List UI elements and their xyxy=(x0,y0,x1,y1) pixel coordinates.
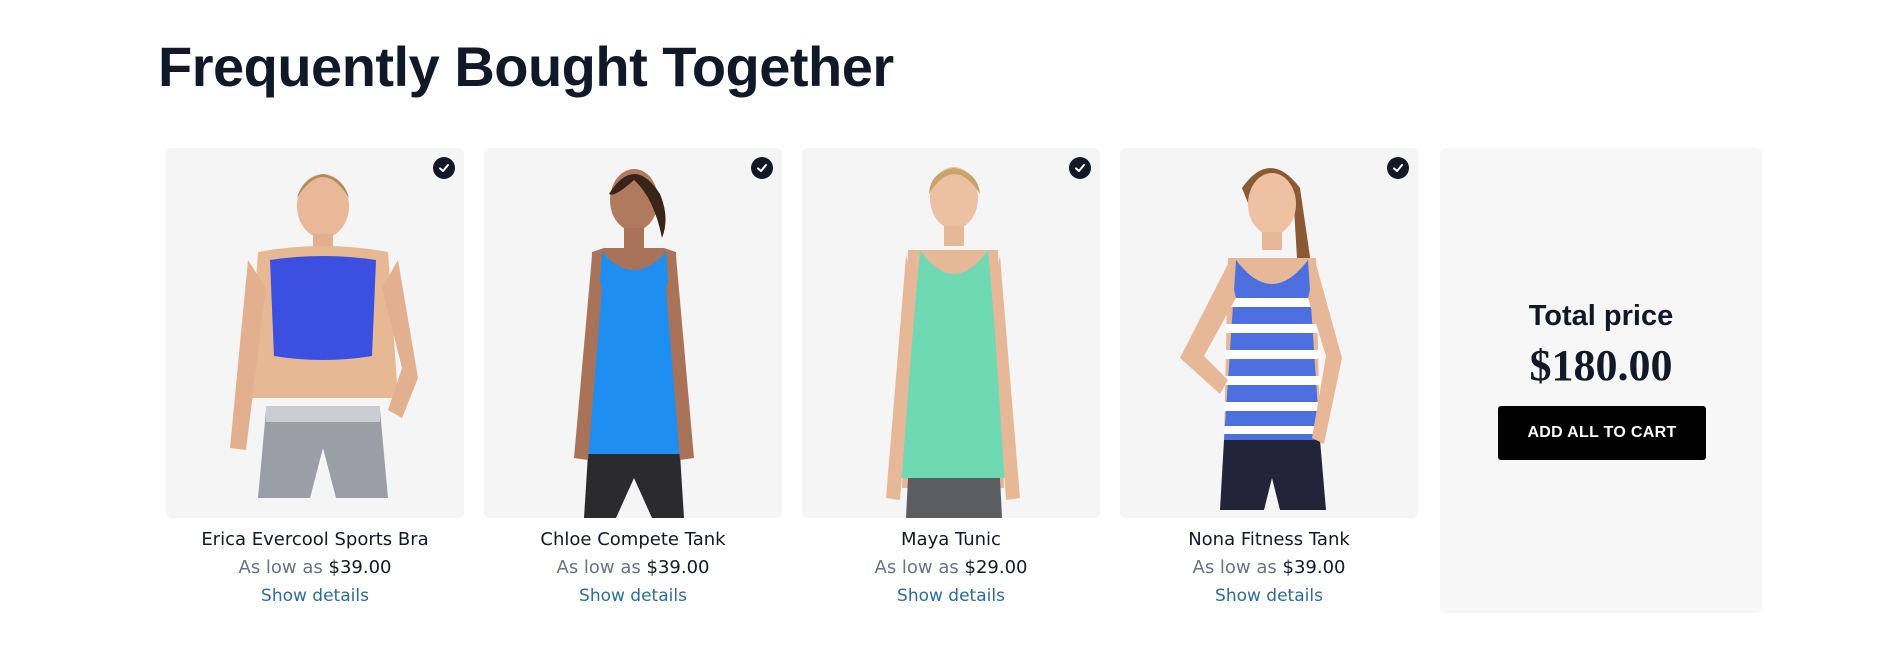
show-details-link[interactable]: Show details xyxy=(1215,582,1323,610)
product-price: As low as $39.00 xyxy=(1120,554,1418,582)
selected-checkmark-icon[interactable] xyxy=(1387,157,1409,179)
show-details-link[interactable]: Show details xyxy=(579,582,687,610)
price-prefix: As low as xyxy=(238,557,323,578)
product-card-nona: Nona Fitness Tank As low as $39.00 Show … xyxy=(1120,148,1418,610)
product-card-maya: Maya Tunic As low as $29.00 Show details xyxy=(802,148,1100,610)
product-image-frame[interactable] xyxy=(802,148,1100,518)
frequently-bought-together-section: Frequently Bought Together Erica Evercoo… xyxy=(0,0,1900,650)
selected-checkmark-icon[interactable] xyxy=(433,157,455,179)
product-name: Chloe Compete Tank xyxy=(540,529,726,550)
add-all-to-cart-button[interactable]: ADD ALL TO CART xyxy=(1498,406,1706,460)
show-details-link[interactable]: Show details xyxy=(261,582,369,610)
product-price: As low as $39.00 xyxy=(484,554,782,582)
product-image xyxy=(574,169,694,518)
product-name: Maya Tunic xyxy=(901,529,1001,550)
product-image-frame[interactable] xyxy=(484,148,782,518)
price-value: $29.00 xyxy=(964,557,1028,578)
product-image xyxy=(1180,168,1342,510)
product-price: As low as $29.00 xyxy=(802,554,1100,582)
product-image xyxy=(886,167,1020,518)
price-prefix: As low as xyxy=(874,557,959,578)
selected-checkmark-icon[interactable] xyxy=(1069,157,1091,179)
product-card-erica: Erica Evercool Sports Bra As low as $39.… xyxy=(166,148,464,610)
product-card-chloe: Chloe Compete Tank As low as $39.00 Show… xyxy=(484,148,782,610)
price-value: $39.00 xyxy=(646,557,710,578)
price-prefix: As low as xyxy=(1192,557,1277,578)
product-image-frame[interactable] xyxy=(166,148,464,518)
product-image xyxy=(230,174,418,498)
product-price: As low as $39.00 xyxy=(166,554,464,582)
product-name: Erica Evercool Sports Bra xyxy=(201,529,429,550)
price-value: $39.00 xyxy=(1282,557,1346,578)
product-name: Nona Fitness Tank xyxy=(1188,529,1350,550)
total-price-panel: Total price $180.00 ADD ALL TO CART xyxy=(1440,148,1762,613)
selected-checkmark-icon[interactable] xyxy=(751,157,773,179)
price-value: $39.00 xyxy=(328,557,392,578)
show-details-link[interactable]: Show details xyxy=(897,582,1005,610)
total-price-value: $180.00 xyxy=(1529,341,1673,390)
total-price-label: Total price xyxy=(1528,300,1674,332)
product-image-frame[interactable] xyxy=(1120,148,1418,518)
section-title: Frequently Bought Together xyxy=(158,35,894,98)
price-prefix: As low as xyxy=(556,557,641,578)
